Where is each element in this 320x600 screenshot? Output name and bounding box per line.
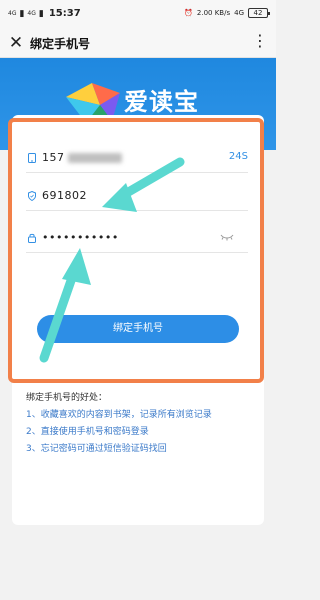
page-title: 绑定手机号: [30, 37, 91, 51]
sim1-signal: 4G: [8, 9, 17, 17]
signal-icon: ▮: [38, 8, 44, 19]
benefit-item: 3、忘记密码可通过短信验证码找回: [26, 444, 167, 454]
benefit-item: 1、收藏喜欢的内容到书架，记录所有浏览记录: [26, 410, 212, 420]
sim2-signal: 4G: [27, 9, 36, 17]
network-type: 4G: [234, 9, 244, 17]
alarm-icon: ⏰: [184, 9, 193, 17]
benefit-item: 2、直接使用手机号和密码登录: [26, 427, 149, 437]
benefits-title: 绑定手机号的好处：: [26, 393, 108, 403]
status-left: 4G ▮ 4G ▮ 15:37: [8, 8, 81, 19]
close-icon[interactable]: ✕: [6, 33, 26, 53]
more-icon[interactable]: ⋮: [252, 33, 268, 49]
battery-icon: 42: [248, 8, 270, 18]
app-bar: ✕ 绑定手机号 ⋮: [0, 28, 276, 58]
status-time: 15:37: [48, 8, 81, 19]
status-bar: 4G ▮ 4G ▮ 15:37 ⏰ 2.00 KB/s 4G 42: [0, 0, 276, 28]
battery-level: 42: [253, 9, 263, 17]
status-right: ⏰ 2.00 KB/s 4G 42: [184, 8, 270, 18]
annotation-frame: [8, 118, 264, 383]
brand-name: 爱读宝: [124, 88, 199, 116]
signal-icon: ▮: [19, 8, 25, 19]
net-speed: 2.00 KB/s: [196, 9, 231, 17]
benefits-list: 绑定手机号的好处： 1、收藏喜欢的内容到书架，记录所有浏览记录 2、直接使用手机…: [26, 390, 212, 458]
